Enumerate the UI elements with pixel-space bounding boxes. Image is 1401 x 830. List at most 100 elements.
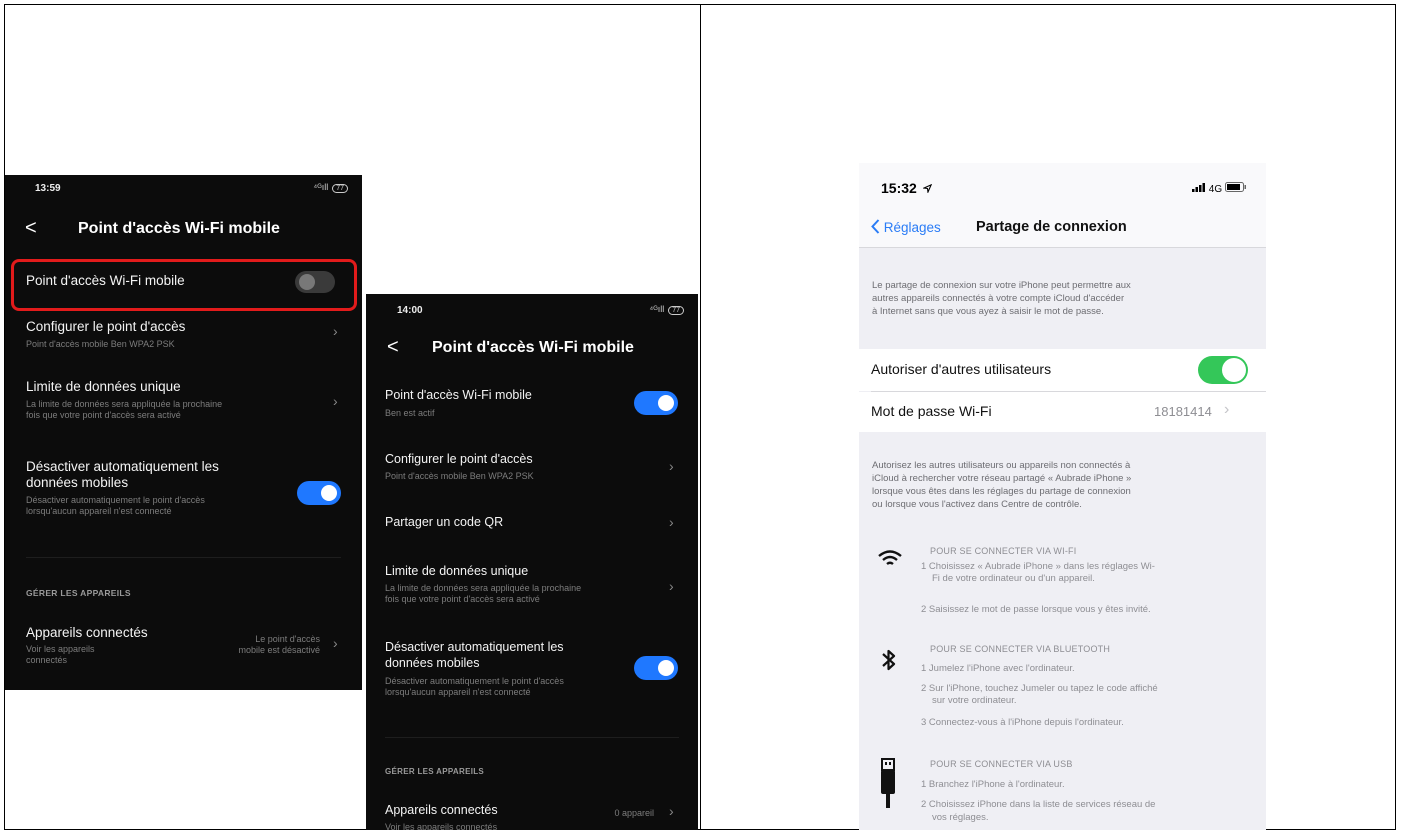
connected-devices-sub-1: Voir les appareils	[26, 644, 95, 654]
chevron-right-icon: ›	[333, 393, 338, 409]
battery-icon: 77	[668, 306, 684, 315]
auto-disable-label-2: données mobiles	[385, 656, 480, 670]
chevron-right-icon: ›	[669, 458, 674, 474]
hotspot-label: Point d'accès Wi-Fi mobile	[385, 388, 532, 402]
auto-disable-toggle[interactable]	[297, 481, 341, 505]
battery-icon	[1224, 182, 1246, 192]
page-title: Point d'accès Wi-Fi mobile	[78, 220, 280, 237]
connected-devices-label: Appareils connectés	[26, 625, 148, 640]
wifi-password-value: 18181414	[1154, 404, 1212, 419]
back-button[interactable]: <	[25, 217, 37, 240]
toggle-knob	[321, 485, 337, 501]
connected-devices-row[interactable]: Appareils connectés Voir les appareils c…	[5, 623, 362, 673]
toggle-knob	[1222, 358, 1246, 382]
divider	[385, 737, 679, 738]
intro-text-3: à Internet sans que vous ayez à saisir l…	[872, 306, 1104, 317]
connected-devices-sub-2: connectés	[26, 655, 68, 665]
auto-disable-sub-2: lorsqu'aucun appareil n'est connecté	[26, 506, 172, 516]
share-qr-label: Partager un code QR	[385, 515, 504, 529]
bluetooth-icon	[882, 649, 896, 671]
hotspot-row[interactable]: Point d'accès Wi-Fi mobile	[15, 263, 349, 303]
data-limit-row[interactable]: Limite de données unique La limite de do…	[5, 375, 362, 433]
status-time: 14:00	[397, 305, 423, 316]
connected-devices-label: Appareils connectés	[385, 803, 498, 817]
page-title: Point d'accès Wi-Fi mobile	[432, 339, 634, 356]
auto-disable-toggle[interactable]	[634, 656, 678, 680]
ios-screen-personal-hotspot: 15:32 4G Réglages Partage de connexion L…	[859, 163, 1266, 830]
configure-sub: Point d'accès mobile Ben WPA2 PSK	[26, 339, 175, 349]
data-limit-label: Limite de données unique	[385, 564, 529, 578]
share-qr-row[interactable]: Partager un code QR ›	[366, 512, 698, 536]
page-title: Partage de connexion	[976, 219, 1127, 235]
status-indicators: ⁴ᴳıll 77	[649, 304, 684, 315]
usb-step-2b: vos réglages.	[932, 812, 989, 823]
location-arrow-icon	[921, 183, 932, 195]
data-limit-sub-2: fois que votre point d'accès sera activé	[26, 410, 181, 420]
auto-disable-row[interactable]: Désactiver automatiquement les données m…	[366, 640, 698, 706]
chevron-right-icon: ›	[333, 323, 338, 339]
data-limit-sub-1: La limite de données sera appliquée la p…	[385, 583, 582, 593]
allow-others-row[interactable]: Autoriser d'autres utilisateurs	[859, 349, 1266, 391]
hotspot-toggle[interactable]	[634, 391, 678, 415]
usb-section-title: POUR SE CONNECTER VIA USB	[930, 759, 1073, 769]
usb-step-1: 1 Branchez l'iPhone à l'ordinateur.	[921, 779, 1065, 790]
section-manage-devices: GÉRER LES APPAREILS	[26, 588, 131, 598]
toggle-knob	[658, 660, 674, 676]
wifi-icon	[878, 550, 902, 565]
intro-text-2: autres appareils connectés à votre compt…	[872, 293, 1125, 304]
back-button[interactable]: Réglages	[871, 219, 941, 235]
section-manage-devices: GÉRER LES APPAREILS	[385, 767, 485, 776]
auto-disable-label-2: données mobiles	[26, 475, 129, 490]
usb-cable-icon	[881, 758, 895, 808]
auto-disable-sub-1: Désactiver automatiquement le point d'ac…	[385, 676, 564, 686]
battery-icon: 77	[332, 184, 348, 193]
data-limit-label: Limite de données unique	[26, 379, 181, 394]
chevron-right-icon: ›	[333, 635, 338, 651]
status-time-text: 15:32	[881, 180, 917, 196]
bluetooth-section-title: POUR SE CONNECTER VIA BLUETOOTH	[930, 644, 1111, 654]
hotspot-sub: Ben est actif	[385, 408, 435, 418]
status-time: 15:32	[881, 180, 932, 196]
chevron-right-icon: ›	[669, 578, 674, 594]
bluetooth-step-3: 3 Connectez-vous à l'iPhone depuis l'ord…	[921, 717, 1124, 728]
configure-row[interactable]: Configurer le point d'accès Point d'accè…	[366, 450, 698, 486]
wifi-password-row[interactable]: Mot de passe Wi-Fi 18181414 ›	[859, 392, 1266, 432]
connected-devices-value-1: Le point d'accès	[255, 634, 320, 644]
allow-others-label: Autoriser d'autres utilisateurs	[871, 361, 1052, 377]
wifi-step-2: 2 Saisissez le mot de passe lorsque vous…	[921, 604, 1151, 615]
configure-sub: Point d'accès mobile Ben WPA2 PSK	[385, 471, 534, 481]
android-screen-hotspot-off: 13:59 ⁴ᴳıll 77 < Point d'accès Wi-Fi mobi…	[5, 175, 362, 690]
chevron-right-icon: ›	[1224, 401, 1230, 418]
connected-devices-sub: Voir les appareils connectés	[385, 822, 498, 830]
wifi-section-title: POUR SE CONNECTER VIA WI-FI	[930, 546, 1077, 556]
network-type: 4G	[1208, 184, 1223, 195]
auto-disable-row[interactable]: Désactiver automatiquement les données m…	[5, 455, 362, 527]
connected-devices-value: 0 appareil	[614, 808, 654, 818]
connected-devices-value-2: mobile est désactivé	[238, 645, 320, 655]
android-screen-hotspot-on: 14:00 ⁴ᴳıll 77 < Point d'accès Wi-Fi mobi…	[366, 294, 698, 830]
connected-devices-row[interactable]: Appareils connectés Voir les appareils c…	[366, 800, 698, 830]
note-text-4: ou lorsque vous l'activez dans Centre de…	[872, 499, 1082, 510]
auto-disable-sub-2: lorsqu'aucun appareil n'est connecté	[385, 687, 531, 697]
status-indicators: ⁴ᴳıll 77	[313, 182, 348, 193]
data-limit-sub-1: La limite de données sera appliquée la p…	[26, 399, 223, 409]
hotspot-row[interactable]: Point d'accès Wi-Fi mobile Ben est actif	[366, 386, 698, 426]
note-text-2: iCloud à rechercher votre réseau partagé…	[872, 473, 1132, 484]
hotspot-label: Point d'accès Wi-Fi mobile	[26, 273, 185, 288]
note-text-3: lorsque vous êtes dans les réglages du p…	[872, 486, 1131, 497]
configure-label: Configurer le point d'accès	[26, 319, 186, 334]
ios-nav-bar: Réglages Partage de connexion	[859, 205, 1266, 248]
signal-icon	[1192, 183, 1205, 192]
note-text-1: Autorisez les autres utilisateurs ou app…	[872, 460, 1131, 471]
allow-others-toggle[interactable]	[1198, 356, 1248, 384]
toggle-knob	[658, 395, 674, 411]
bluetooth-step-2b: sur votre ordinateur.	[932, 695, 1017, 706]
auto-disable-label-1: Désactiver automatiquement les	[385, 640, 564, 654]
configure-row[interactable]: Configurer le point d'accès Point d'accè…	[5, 315, 362, 359]
signal-icon: ⁴ᴳıll	[313, 182, 329, 192]
hotspot-toggle[interactable]	[295, 271, 335, 293]
wifi-step-1b: Fi de votre ordinateur ou d'un appareil.	[932, 573, 1095, 584]
usb-step-2a: 2 Choisissez iPhone dans la liste de ser…	[921, 799, 1156, 810]
back-button[interactable]: <	[387, 336, 399, 359]
data-limit-row[interactable]: Limite de données unique La limite de do…	[366, 564, 698, 612]
